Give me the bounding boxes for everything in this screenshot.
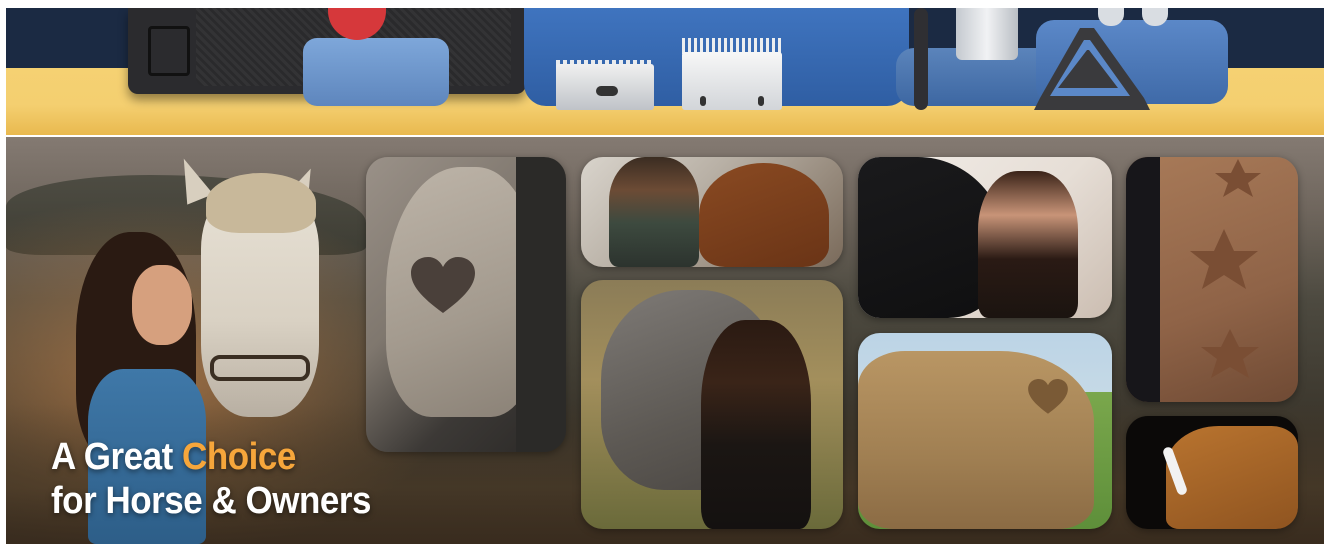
buckskin-horse (858, 351, 1094, 529)
product-page: A Great Choice for Horse & Owners (0, 0, 1329, 544)
clipper-blade-large (682, 52, 782, 110)
gallery-tile-chestnut-horse-portrait (1126, 416, 1298, 529)
case-handle (148, 26, 190, 76)
cleaning-brush (914, 8, 928, 110)
gallery-tile-woman-with-gray-horse (581, 280, 843, 529)
oil-bottle (956, 8, 1018, 60)
heart-pattern-icon (411, 257, 475, 313)
headline-line-2: for Horse & Owners (51, 480, 372, 522)
headline-accent: Choice (182, 436, 296, 478)
horse-bridle (210, 355, 310, 381)
headline-prefix: A Great (51, 436, 183, 478)
lifestyle-banner: A Great Choice for Horse & Owners (6, 137, 1324, 544)
bay-horse (699, 163, 829, 267)
gallery-tile-man-with-bay-horse (581, 157, 843, 267)
chestnut-horse (1166, 426, 1298, 529)
star-pattern-icon (1190, 159, 1261, 378)
heart-pattern-icon (1028, 379, 1068, 414)
horse-forelock (206, 173, 316, 233)
product-banner (6, 8, 1324, 135)
man-figure (609, 157, 699, 267)
woman-figure (701, 320, 811, 529)
headline-line-1: A Great Choice (51, 435, 371, 479)
hero-headline: A Great Choice for Horse & Owners (51, 435, 372, 523)
gallery-tile-heart-pattern-leg (366, 157, 566, 452)
dark-mane (516, 157, 566, 452)
blade-stand (1034, 28, 1150, 110)
woman-face (132, 265, 192, 345)
blade-holes-icon (700, 96, 764, 106)
gallery-tile-heart-pattern-body (858, 333, 1112, 529)
gallery-tile-woman-with-black-horse (858, 157, 1112, 318)
display-pedestal (303, 38, 449, 106)
blade-slot (596, 86, 618, 96)
woman-figure (978, 171, 1078, 318)
gallery-tile-star-pattern-coat (1126, 157, 1298, 402)
